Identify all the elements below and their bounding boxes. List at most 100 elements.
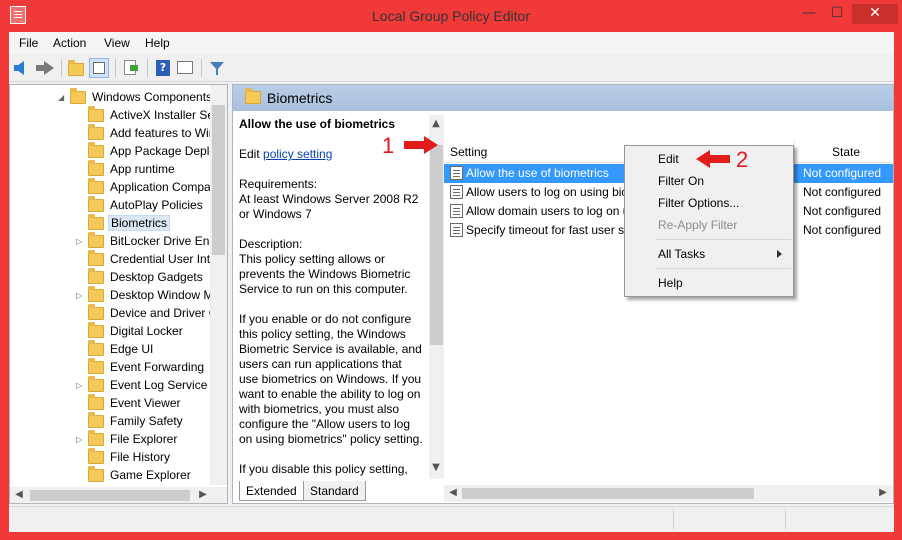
policy-state: Not configured — [803, 185, 882, 199]
expand-chevron-icon[interactable]: ▷ — [76, 435, 84, 445]
folder-icon — [88, 232, 104, 248]
column-separator[interactable] — [794, 141, 795, 163]
scroll-left-icon[interactable]: ◀ — [446, 486, 460, 500]
expand-chevron-icon[interactable]: ▷ — [76, 237, 84, 247]
tree-item-label: File History — [110, 450, 171, 464]
arrow-head — [696, 150, 710, 168]
help-button[interactable]: ? — [153, 58, 173, 78]
annotation-arrow-left-icon — [696, 150, 730, 168]
folder-icon — [88, 286, 104, 302]
console-tree[interactable]: ◢ Windows Components ActiveX Installer Ser… — [9, 84, 228, 504]
folder-icon — [88, 142, 104, 158]
scroll-up-icon[interactable]: ▲ — [429, 117, 443, 131]
list-hscroll-thumb[interactable] — [462, 488, 754, 499]
arrow-head — [424, 136, 438, 154]
folder-icon — [88, 124, 104, 140]
scroll-right-icon[interactable]: ▶ — [876, 486, 890, 500]
folder-icon — [88, 340, 104, 356]
policy-setting-icon — [450, 223, 463, 237]
policy-setting-icon — [450, 204, 463, 218]
context-reapply-filter: Re-Apply Filter — [658, 218, 738, 232]
status-divider — [673, 509, 674, 529]
tree-vertical-scrollbar[interactable] — [210, 85, 227, 485]
context-all-tasks[interactable]: All Tasks — [658, 247, 705, 261]
menu-help[interactable]: Help — [145, 36, 170, 50]
context-help[interactable]: Help — [658, 276, 683, 290]
folder-icon — [88, 394, 104, 410]
up-one-level-button[interactable] — [67, 58, 87, 78]
folder-icon — [88, 160, 104, 176]
folder-icon — [88, 250, 104, 266]
expand-chevron-icon[interactable]: ▷ — [76, 291, 84, 301]
context-edit[interactable]: Edit — [658, 152, 679, 166]
folder-icon — [88, 466, 104, 482]
tree-item-label: AutoPlay Policies — [110, 198, 203, 212]
status-divider — [785, 509, 786, 529]
extended-description-panel: Allow the use of biometrics Edit policy … — [233, 111, 429, 479]
context-filter-on[interactable]: Filter On — [658, 174, 704, 188]
folder-icon — [88, 376, 104, 392]
policy-title: Allow the use of biometrics — [239, 117, 396, 131]
show-hide-console-tree-button[interactable] — [89, 58, 109, 78]
menu-action[interactable]: Action — [53, 36, 86, 50]
folder-icon — [88, 412, 104, 428]
menu-view[interactable]: View — [104, 36, 130, 50]
scroll-down-icon[interactable]: ▼ — [429, 461, 443, 475]
tab-extended[interactable]: Extended — [239, 481, 304, 501]
menu-file[interactable]: File — [19, 36, 38, 50]
tree-horizontal-scrollbar[interactable]: ◀ ▶ — [10, 487, 227, 503]
list-horizontal-scrollbar[interactable]: ◀ ▶ — [444, 485, 893, 502]
tree-item-label: Game Explorer — [110, 468, 191, 482]
requirements-text: At least Windows Server 2008 R2 or Windo… — [239, 192, 419, 221]
context-filter-options[interactable]: Filter Options... — [658, 196, 739, 210]
back-button[interactable] — [13, 58, 33, 78]
forward-button[interactable] — [35, 58, 55, 78]
tree-item-label: Event Log Service — [110, 378, 208, 392]
window-title: Local Group Policy Editor — [372, 8, 530, 24]
submenu-arrow-icon — [777, 250, 782, 258]
tree-scroll-thumb[interactable] — [212, 105, 225, 255]
expand-chevron-icon[interactable]: ▷ — [76, 381, 84, 391]
column-header-state[interactable]: State — [832, 145, 860, 159]
arrow-shaft — [404, 141, 424, 149]
folder-icon — [88, 178, 104, 194]
policy-name: Specify timeout for fast user switching … — [466, 223, 626, 237]
details-header: Biometrics — [233, 85, 893, 111]
folder-up-icon — [68, 60, 84, 76]
column-header-setting[interactable]: Setting — [450, 145, 487, 159]
tab-standard[interactable]: Standard — [303, 481, 366, 501]
close-button[interactable]: ✕ — [852, 4, 898, 24]
description-scrollbar[interactable]: ▲ ▼ — [429, 115, 444, 479]
tree-hscroll-thumb[interactable] — [30, 490, 190, 501]
toolbar: ? — [9, 54, 894, 82]
folder-icon — [88, 268, 104, 284]
policy-state: Not configured — [803, 223, 882, 237]
collapse-chevron-icon[interactable]: ◢ — [58, 93, 66, 103]
policy-state: Not configured — [803, 204, 882, 218]
help-book-icon: ? — [156, 60, 170, 76]
scroll-left-icon[interactable]: ◀ — [12, 488, 26, 502]
export-list-button[interactable] — [121, 58, 141, 78]
enable-text: If you enable or do not configure this p… — [239, 312, 423, 446]
disable-text: If you disable this policy setting, — [239, 462, 408, 476]
forward-arrow-icon — [36, 61, 54, 75]
tree-item-label: Event Viewer — [110, 396, 181, 410]
tree-item-label: Family Safety — [110, 414, 183, 428]
context-separator — [655, 239, 791, 240]
properties-button[interactable] — [175, 58, 195, 78]
maximize-button[interactable]: ☐ — [824, 4, 850, 24]
edit-policy-setting-link[interactable]: policy setting — [263, 147, 332, 161]
folder-icon — [88, 322, 104, 338]
policy-state: Not configured — [803, 166, 882, 180]
folder-icon — [245, 88, 261, 104]
description-scroll-thumb[interactable] — [430, 145, 443, 345]
minimize-button[interactable]: — — [796, 4, 822, 24]
scroll-right-icon[interactable]: ▶ — [196, 488, 210, 502]
tree-item-label: Windows Components — [92, 90, 213, 104]
folder-icon — [88, 448, 104, 464]
title-bar: Local Group Policy Editor — ☐ ✕ — [0, 0, 902, 32]
filter-button[interactable] — [207, 58, 227, 78]
details-pane: Biometrics Allow the use of biometrics E… — [232, 84, 894, 504]
toolbar-separator — [201, 59, 202, 77]
folder-icon — [88, 358, 104, 374]
